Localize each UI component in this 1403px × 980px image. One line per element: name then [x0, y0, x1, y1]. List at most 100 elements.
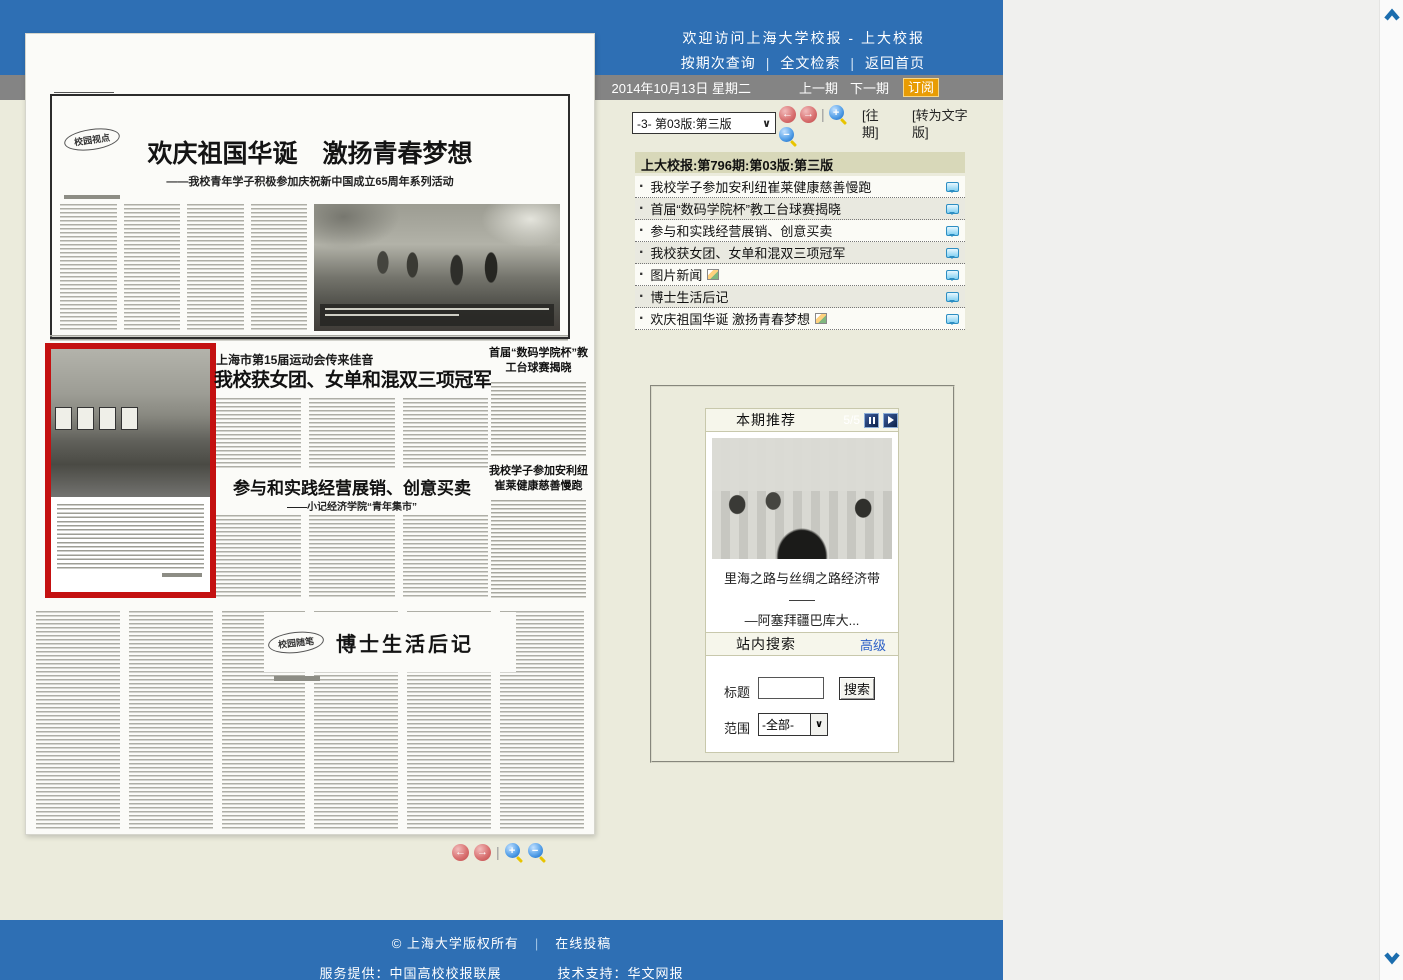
past-issues-link[interactable]: [往期] — [862, 107, 890, 141]
bullet-icon: · — [639, 310, 644, 328]
recommend-photo[interactable] — [712, 438, 892, 559]
article-list-item[interactable]: · 欢庆祖国华诞 激扬青春梦想 — [635, 308, 965, 330]
highlighted-article-signature — [162, 573, 202, 577]
copyright-text: © 上海大学版权所有 — [392, 936, 519, 951]
highlighted-article-box — [45, 343, 216, 598]
bullet-icon: · — [639, 200, 644, 218]
recommend-caption[interactable]: 里海之路与丝绸之路经济带 —— —阿塞拜疆巴库大... — [712, 568, 892, 631]
comment-icon[interactable] — [946, 314, 959, 324]
subscribe-button[interactable]: 订阅 — [903, 78, 939, 97]
market-subheadline: ——小记经济学院“青年集市” — [216, 498, 488, 513]
article-list-item[interactable]: · 参与和实践经营展销、创意买卖 — [635, 220, 965, 242]
filler-text-line — [50, 335, 568, 342]
edition-select[interactable]: -3- 第03版:第三版 ∨ — [632, 112, 776, 134]
prev-page-icon[interactable]: ← — [452, 844, 469, 861]
bullet-icon: · — [639, 178, 644, 196]
search-title-input[interactable] — [758, 677, 824, 699]
page-toolbar: ← → | + − — [779, 105, 859, 145]
nav-back-home[interactable]: 返回首页 — [865, 55, 925, 71]
lead-article-body — [60, 204, 560, 331]
scope-select-value: -全部- — [762, 716, 794, 733]
essay-byline — [274, 676, 320, 681]
prev-page-icon[interactable]: ← — [779, 106, 796, 123]
current-date: 2014年10月13日 星期二 — [612, 78, 751, 97]
online-submission-link[interactable]: 在线投稿 — [555, 936, 611, 951]
search-button[interactable]: 搜索 — [839, 677, 875, 700]
highlighted-article-text — [57, 504, 204, 570]
article-link[interactable]: 博士生活后记 — [650, 287, 728, 306]
comment-icon[interactable] — [946, 204, 959, 214]
article-list-item[interactable]: · 我校获女团、女单和混双三项冠军 — [635, 242, 965, 264]
recommend-title: 本期推荐 — [736, 410, 796, 430]
comment-icon[interactable] — [946, 270, 959, 280]
photo-caption — [320, 304, 554, 326]
site-footer: © 上海大学版权所有|在线投稿 服务提供：中国高校校报联展技术支持：华文网报 — [0, 920, 1003, 980]
service-provider-text: 服务提供：中国高校校报联展 — [319, 966, 501, 980]
article-link[interactable]: 我校学子参加安利纽崔莱健康慈善慢跑 — [650, 177, 871, 196]
scroll-up-icon[interactable] — [1383, 8, 1401, 28]
sidebar-article-text — [491, 500, 586, 600]
paper-nav-controls: ← → | + − — [452, 843, 546, 861]
chevron-down-icon: ∨ — [762, 117, 771, 130]
column-stamp-bottom: 校园随笔 — [267, 629, 325, 656]
search-panel-header: 站内搜索 高级 — [705, 632, 899, 656]
nav-separator: | — [766, 55, 771, 71]
site-search-panel: 站内搜索 高级 标题 搜索 范围 -全部- ∨ — [705, 632, 899, 753]
toolbar-separator: | — [496, 844, 500, 860]
text-version-link[interactable]: [转为文字版] — [912, 107, 972, 141]
article-link[interactable]: 欢庆祖国华诞 激扬青春梦想 — [650, 309, 810, 328]
nav-fulltext-search[interactable]: 全文检索 — [780, 55, 840, 71]
welcome-text: 欢迎访问上海大学校报 - 上大校报 — [683, 28, 925, 48]
zoom-in-icon[interactable]: + — [829, 105, 847, 123]
comment-icon[interactable] — [946, 248, 959, 258]
edition-select-value: -3- 第03版:第三版 — [637, 115, 732, 132]
next-page-icon[interactable]: → — [474, 844, 491, 861]
chevron-down-icon: ∨ — [810, 714, 827, 735]
comment-icon[interactable] — [946, 292, 959, 302]
article-list-item[interactable]: · 我校学子参加安利纽崔莱健康慈善慢跑 — [635, 176, 965, 198]
booth-photo-collage — [51, 349, 210, 497]
pause-button[interactable] — [864, 413, 879, 428]
plaque-tiles — [55, 407, 138, 430]
advanced-search-link[interactable]: 高级 — [860, 635, 886, 654]
title-field-label: 标题 — [724, 682, 750, 701]
sidebar-headline-2: 我校学子参加安利纽崔莱健康慈善慢跑 — [489, 464, 588, 494]
nav-separator: | — [850, 55, 855, 71]
zoom-in-icon[interactable]: + — [505, 843, 523, 861]
article-list-item[interactable]: · 首届“数码学院杯”教工台球赛揭晓 — [635, 198, 965, 220]
bullet-icon: · — [639, 222, 644, 240]
nav-search-by-issue[interactable]: 按期次查询 — [681, 55, 756, 71]
recommend-caption-line2: —阿塞拜疆巴库大... — [745, 613, 860, 628]
article-list-item[interactable]: · 图片新闻 — [635, 264, 965, 286]
comment-icon[interactable] — [946, 182, 959, 192]
search-panel-body: 标题 搜索 范围 -全部- ∨ — [705, 656, 899, 753]
sidebar-article-text — [491, 382, 586, 456]
essay-headline-block: 校园随笔 博士生活后记 — [264, 612, 516, 672]
scroll-edge — [1379, 0, 1403, 980]
bullet-icon: · — [639, 288, 644, 306]
prev-issue-link[interactable]: 上一期 — [799, 78, 838, 97]
newspaper-page-image[interactable]: 2014年10月13日 校园生活 Shanghai University 3 校… — [25, 33, 595, 835]
article-list-item[interactable]: · 博士生活后记 — [635, 286, 965, 308]
slideshow-counter: 5/5 — [843, 413, 860, 427]
recommend-panel-header: 本期推荐 5/5 — [705, 408, 899, 432]
scroll-down-icon[interactable] — [1383, 950, 1401, 970]
article-link[interactable]: 参与和实践经营展销、创意买卖 — [650, 221, 832, 240]
scope-select[interactable]: -全部- ∨ — [758, 713, 828, 736]
lead-article-frame: 校园视点 欢庆祖国华诞 激扬青春梦想 ——我校青年学子积极参加庆祝新中国成立65… — [50, 94, 570, 339]
next-issue-link[interactable]: 下一期 — [850, 78, 889, 97]
picture-icon — [815, 313, 827, 324]
article-link[interactable]: 图片新闻 — [650, 265, 702, 284]
article-link[interactable]: 首届“数码学院杯”教工台球赛揭晓 — [650, 199, 841, 218]
comment-icon[interactable] — [946, 226, 959, 236]
zoom-out-icon[interactable]: − — [779, 127, 797, 145]
article-link[interactable]: 我校获女团、女单和混双三项冠军 — [650, 243, 845, 262]
runners-photo — [314, 204, 560, 331]
lead-headline: 欢庆祖国华诞 激扬青春梦想 — [52, 134, 568, 170]
play-button[interactable] — [883, 413, 898, 428]
zoom-out-icon[interactable]: − — [528, 843, 546, 861]
next-page-icon[interactable]: → — [800, 106, 817, 123]
recommend-panel: 本期推荐 5/5 里海之路与丝绸之路经济带 —— —阿塞拜疆巴库大... — [705, 408, 899, 640]
header-nav: 按期次查询 | 全文检索 | 返回首页 — [681, 53, 925, 73]
bullet-icon: · — [639, 244, 644, 262]
